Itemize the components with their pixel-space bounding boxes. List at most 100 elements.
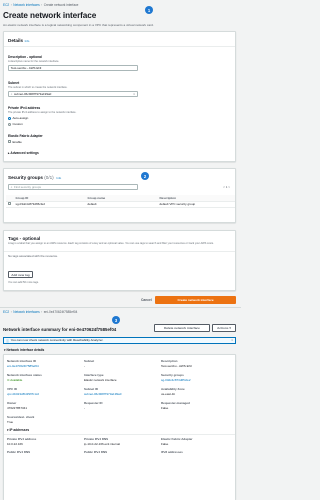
breadcrumb: EC2 › Network interfaces › Create networ…	[3, 2, 78, 8]
field-value[interactable]: eni-0e470624f7585ef04	[7, 364, 39, 368]
security-groups-title: Security groups	[8, 175, 43, 180]
table-row[interactable]: sg-03dc4c873d65cfe2 default default VPC …	[6, 201, 235, 208]
field-value: ip-10-0-22-166.ec2.internal	[84, 441, 121, 446]
security-groups-info-link[interactable]: Info	[57, 176, 62, 180]
ipv4-auto-radio[interactable]: Auto-assign	[8, 116, 28, 120]
ipv4-label: Private IPv4 address	[8, 106, 41, 110]
field-private-ipv4: Private IPv4 address 10.0.22.166	[7, 437, 36, 446]
ip-addresses-label: IP addresses	[9, 428, 30, 432]
breadcrumb-ec2[interactable]: EC2	[3, 310, 9, 314]
efa-checkbox[interactable]: Enable	[8, 140, 22, 144]
field-value: -	[84, 363, 85, 368]
subnet-hint: The subnet in which to create the networ…	[8, 85, 68, 89]
advanced-settings-label: Advanced settings	[10, 151, 39, 155]
field-value[interactable]: subnet-06c908f7973a199a0	[84, 392, 121, 396]
subnet-value: subnet-06c908f7973a199a0	[13, 91, 52, 96]
chevron-right-icon: ›	[41, 3, 43, 7]
field-requester-id: Requester ID -	[84, 401, 103, 410]
field-elastic-fabric-adapter: Elastic Fabric Adapter False	[161, 437, 193, 446]
field-key: VPC ID	[7, 387, 18, 391]
security-groups-search[interactable]: ⌕ Find security groups	[8, 184, 138, 190]
breadcrumb-current: eni-0e470624f7585ef04	[43, 310, 78, 314]
tags-heading: Tags - optional	[8, 236, 41, 241]
security-groups-count: (0/1)	[44, 175, 54, 180]
field-key: Public IPv4 DNS	[7, 450, 31, 454]
field-value: 10.0.22.166	[7, 441, 23, 446]
field-subnet: Subnet -	[84, 359, 94, 368]
field-key: Description	[161, 359, 178, 363]
ipv4-custom-radio[interactable]: Custom	[8, 122, 23, 126]
field-network-interface-id: Network interface ID eni-0e470624f7585ef0…	[7, 359, 39, 368]
field-value: Test-sentbu - AWS ENI	[161, 363, 192, 368]
breadcrumb-network-interfaces[interactable]: Network interfaces	[13, 3, 39, 7]
checkbox-icon	[8, 140, 11, 143]
field-owner: Owner 476227857341	[7, 401, 27, 410]
field-value[interactable]: vpc-0b023c8b4f9f7b1c2	[7, 392, 39, 396]
security-groups-heading: Security groups (0/1) Info	[8, 175, 61, 180]
details-toggle[interactable]: ▾ Network interface details	[4, 348, 44, 352]
security-groups-card: Security groups (0/1) Info 2 ⌕ Find secu…	[3, 168, 236, 223]
tags-description: A tag is a label that you assign to an A…	[8, 242, 214, 245]
field-value: 476227857341	[7, 405, 28, 410]
ip-addresses-toggle[interactable]: ▾ IP addresses	[7, 428, 29, 432]
page-description: An elastic network interface is a logica…	[3, 22, 154, 27]
field-source-dest-check: Source/dest. check True	[7, 415, 34, 424]
field-value: -	[84, 405, 85, 410]
close-icon[interactable]: ×	[231, 338, 233, 342]
details-toggle-label: Network interface details	[6, 348, 45, 352]
ipv4-custom-label: Custom	[12, 122, 23, 126]
caret-down-icon: ▾	[4, 348, 6, 352]
step-marker-2: 2	[141, 172, 149, 180]
add-new-tag-button[interactable]: Add new tag	[8, 271, 33, 278]
actions-button[interactable]: Actions ▾	[212, 324, 236, 332]
field-description: Description Test-sentbu - AWS ENI	[161, 359, 192, 368]
field-key: Interface type	[84, 373, 104, 377]
field-value: False	[161, 441, 169, 446]
details-info-link[interactable]: Info	[25, 39, 30, 43]
pagination[interactable]: < 1 >	[223, 185, 230, 189]
field-value: Elastic network interface	[84, 377, 117, 382]
radio-icon	[8, 122, 11, 126]
tags-empty-text: No tags associated with the resource.	[8, 254, 59, 258]
status-text: Available	[10, 377, 23, 382]
row-checkbox[interactable]	[6, 201, 14, 208]
details-heading: Details Info	[8, 38, 29, 43]
advanced-settings-toggle[interactable]: ▸ Advanced settings	[8, 151, 39, 155]
description-input[interactable]: Test-sentbu - AWS ENI	[8, 65, 138, 71]
create-network-interface-button[interactable]: Create network interface	[155, 295, 236, 304]
tags-limit-text: You can add 50 more tags.	[8, 281, 39, 284]
field-key: Public IPv4 DNS	[84, 450, 108, 454]
description-label: Description - optional	[8, 55, 42, 59]
field-value[interactable]: sg-03dc4c873d65cfe2	[161, 378, 191, 382]
field-subnet-id: Subnet ID subnet-06c908f7973a199a0	[84, 387, 121, 396]
subnet-select[interactable]: ⌕ subnet-06c908f7973a199a0 ×	[8, 91, 138, 97]
field-key: Network interface status	[7, 373, 42, 377]
breadcrumb-network-interfaces[interactable]: Network interfaces	[13, 310, 39, 314]
step-marker-1: 1	[145, 6, 153, 14]
close-icon[interactable]: ×	[133, 92, 135, 96]
breadcrumb-current: Create network interface	[43, 3, 79, 7]
delete-network-interface-button[interactable]: Delete network interface	[154, 324, 210, 332]
field-value: us-east-1b	[161, 391, 176, 396]
field-key: Subnet ID	[84, 387, 98, 391]
divider	[4, 434, 235, 435]
field-ipv6-addresses: IPv6 addresses	[161, 450, 183, 455]
field-availability-zone: Availability Zone us-east-1b	[161, 387, 185, 396]
cell-description: default VPC security group	[158, 201, 235, 208]
field-key: Private IPv4 DNS	[84, 437, 109, 441]
divider	[4, 250, 235, 252]
summary-card: Network interface ID eni-0e470624f7585ef0…	[3, 354, 236, 500]
field-vpc-id: VPC ID vpc-0b023c8b4f9f7b1c2	[7, 387, 39, 396]
cell-group-name: default	[86, 201, 158, 208]
divider	[4, 46, 235, 47]
field-key: Requester-managed	[161, 401, 190, 405]
step-marker-3: 3	[112, 316, 120, 324]
search-icon: ⌕	[10, 184, 13, 189]
breadcrumb-ec2[interactable]: EC2	[3, 3, 9, 7]
cancel-button[interactable]: Cancel	[141, 298, 152, 302]
security-groups-search-placeholder: Find security groups	[13, 184, 41, 189]
field-key: Subnet	[84, 359, 95, 363]
efa-option-label: Enable	[12, 139, 22, 144]
field-value: False	[161, 405, 169, 410]
flash-message: You can now check network connectivity w…	[10, 338, 104, 343]
